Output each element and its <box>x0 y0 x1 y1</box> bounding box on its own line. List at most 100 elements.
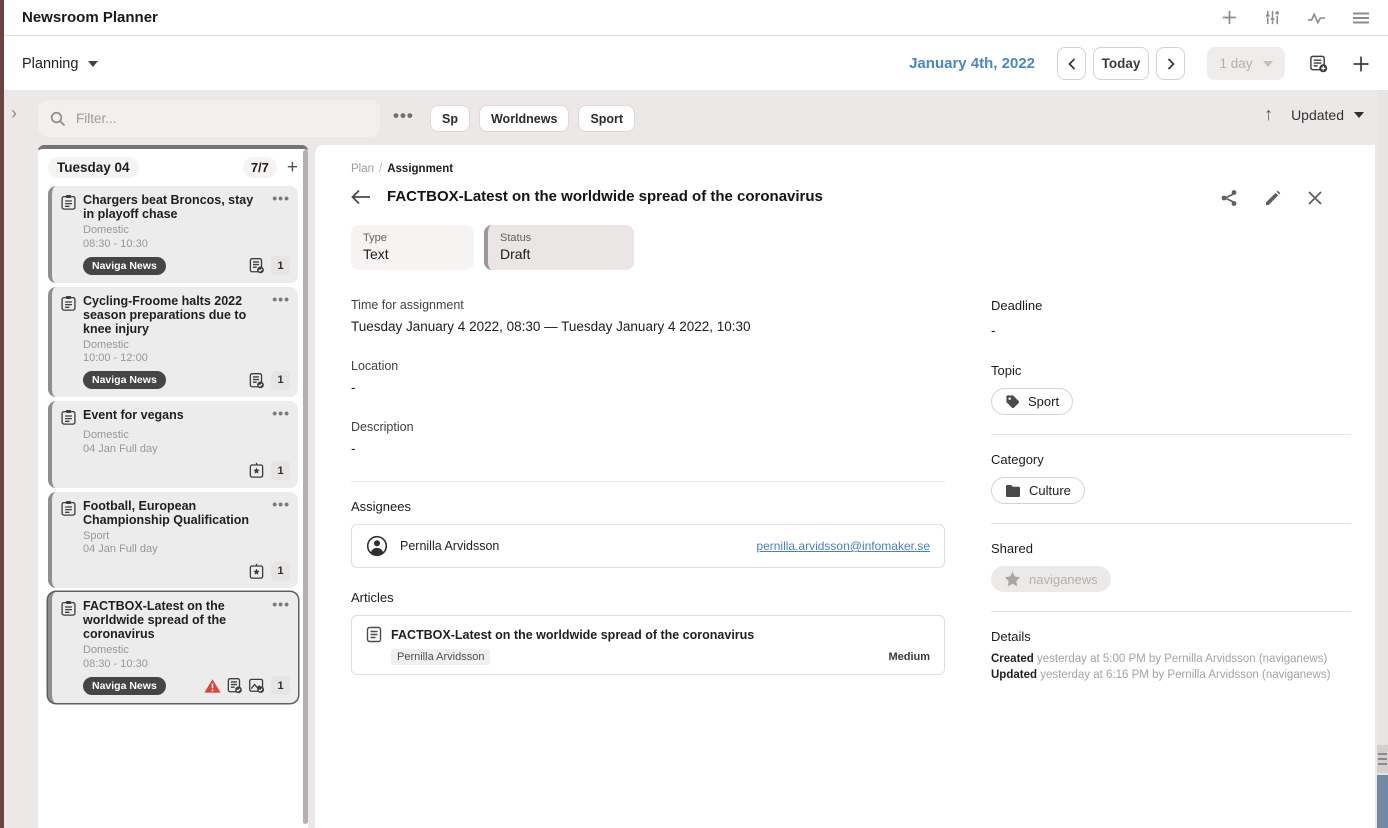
location-label: Location <box>351 359 945 373</box>
day-item-count: 7/7 <box>243 157 277 178</box>
card-section: Domestic <box>83 224 290 238</box>
shared-chip: naviganews <box>991 566 1111 592</box>
article-author: Pernilla Arvidsson <box>391 649 490 665</box>
article-count-badge: 1 <box>271 256 290 275</box>
assignment-card[interactable]: Chargers beat Broncos, stay in playoff c… <box>48 186 298 283</box>
warning-icon <box>204 678 221 694</box>
add-item-icon[interactable]: + <box>287 158 298 177</box>
main-scrollbar-track[interactable] <box>1377 90 1388 828</box>
card-time: 04 Jan Full day <box>83 443 290 457</box>
category-chip[interactable]: Culture <box>991 477 1085 504</box>
more-icon[interactable]: ••• <box>272 599 290 610</box>
type-label: Type <box>363 232 462 244</box>
assignee-name: Pernilla Arvidsson <box>400 539 499 553</box>
card-status-icons <box>248 372 265 389</box>
next-day-button[interactable] <box>1156 47 1185 80</box>
add-icon[interactable] <box>1221 9 1238 26</box>
day-range-value: 1 day <box>1219 56 1252 71</box>
assignee-email-link[interactable]: pernilla.arvidsson@infomaker.se <box>756 539 930 553</box>
close-icon[interactable] <box>1307 190 1323 206</box>
card-time: 10:00 - 12:00 <box>83 352 290 366</box>
card-title: Event for vegans <box>83 408 266 422</box>
previous-day-button[interactable] <box>1057 47 1086 80</box>
card-status-icons <box>204 677 265 694</box>
folder-icon <box>1005 484 1021 497</box>
day-label: Tuesday 04 <box>48 157 139 178</box>
divider <box>351 481 945 482</box>
scrollbar-indicator <box>1377 775 1388 828</box>
topic-value: Sport <box>1028 394 1059 409</box>
add-planning-item-icon[interactable] <box>1352 55 1370 73</box>
time-label: Time for assignment <box>351 298 945 312</box>
filter-search-box <box>38 100 380 137</box>
time-value: Tuesday January 4 2022, 08:30 — Tuesday … <box>351 319 945 334</box>
menu-icon[interactable] <box>1352 11 1370 25</box>
chevron-down-icon <box>1354 112 1364 118</box>
edit-icon[interactable] <box>1264 190 1281 207</box>
breadcrumb-current: Assignment <box>387 163 453 175</box>
description-label: Description <box>351 420 945 434</box>
card-status-icons <box>248 462 265 479</box>
chevron-down-icon <box>88 61 98 67</box>
assignment-detail-panel: Plan/Assignment FACTBOX-Latest on the wo… <box>315 145 1375 828</box>
event-star-icon <box>248 462 265 479</box>
breadcrumb: Plan/Assignment <box>351 163 1375 175</box>
filter-chip-worldnews[interactable]: Worldnews <box>479 105 569 132</box>
assignment-icon <box>60 600 77 617</box>
assignment-icon <box>60 409 77 426</box>
filter-chip-sp[interactable]: Sp <box>430 105 470 132</box>
article-count-badge: 1 <box>271 676 290 695</box>
created-line: Created yesterday at 5:00 PM by Pernilla… <box>991 652 1351 668</box>
more-icon[interactable]: ••• <box>272 193 290 204</box>
back-arrow-icon[interactable] <box>351 189 371 205</box>
assignment-icon <box>60 500 77 517</box>
collapse-sidebar-chevron-icon[interactable]: › <box>11 103 17 124</box>
product-badge: Naviga News <box>83 257 166 275</box>
assignment-card[interactable]: FACTBOX-Latest on the worldwide spread o… <box>48 592 298 703</box>
card-section: Domestic <box>83 429 290 443</box>
status-label: Status <box>500 232 622 244</box>
view-switcher-dropdown[interactable]: Planning <box>22 56 98 72</box>
search-icon <box>50 111 66 127</box>
filter-input[interactable] <box>76 111 368 126</box>
today-button[interactable]: Today <box>1093 47 1149 80</box>
app-topbar: Newsroom Planner <box>0 0 1388 36</box>
details-heading: Details <box>991 629 1351 644</box>
article-priority: Medium <box>888 651 930 663</box>
assignment-card[interactable]: Football, European Championship Qualific… <box>48 492 298 589</box>
schedule-add-icon[interactable] <box>1309 54 1328 73</box>
article-row[interactable]: FACTBOX-Latest on the worldwide spread o… <box>351 615 945 675</box>
article-check-icon <box>226 677 243 694</box>
breadcrumb-plan-link[interactable]: Plan <box>351 163 374 175</box>
sort-direction-arrow-icon[interactable]: ↑ <box>1264 104 1273 125</box>
assignment-card[interactable]: Cycling-Froome halts 2022 season prepara… <box>48 287 298 398</box>
view-switcher-label: Planning <box>22 56 78 72</box>
description-value: - <box>351 441 945 456</box>
current-date-label[interactable]: January 4th, 2022 <box>909 55 1035 72</box>
deadline-value: - <box>991 323 1351 338</box>
status-value: Draft <box>500 246 622 262</box>
chevron-down-icon <box>1263 61 1273 67</box>
more-icon[interactable]: ••• <box>272 499 290 510</box>
articles-heading: Articles <box>351 590 945 605</box>
main-scrollbar-thumb[interactable] <box>1377 745 1388 773</box>
more-icon[interactable]: ••• <box>272 408 290 419</box>
sort-by-dropdown[interactable]: Updated <box>1291 107 1364 123</box>
card-time: 04 Jan Full day <box>83 543 290 557</box>
filter-sliders-icon[interactable] <box>1264 9 1281 26</box>
card-title: Cycling-Froome halts 2022 season prepara… <box>83 294 266 336</box>
share-icon[interactable] <box>1220 189 1238 207</box>
article-check-icon <box>248 257 265 274</box>
filter-chip-sport[interactable]: Sport <box>578 105 635 132</box>
more-icon[interactable]: ••• <box>272 294 290 305</box>
image-check-icon <box>248 677 265 694</box>
topic-chip[interactable]: Sport <box>991 388 1073 415</box>
card-time: 08:30 - 10:30 <box>83 238 290 252</box>
shared-heading: Shared <box>991 541 1351 556</box>
shared-value: naviganews <box>1029 572 1098 587</box>
sidebar-scrollbar[interactable] <box>303 150 308 824</box>
day-range-select[interactable]: 1 day <box>1207 47 1285 80</box>
more-filters-icon[interactable]: ••• <box>393 106 414 126</box>
assignment-card[interactable]: Event for vegans ••• Domestic 04 Jan Ful… <box>48 401 298 488</box>
activity-icon[interactable] <box>1307 10 1326 26</box>
